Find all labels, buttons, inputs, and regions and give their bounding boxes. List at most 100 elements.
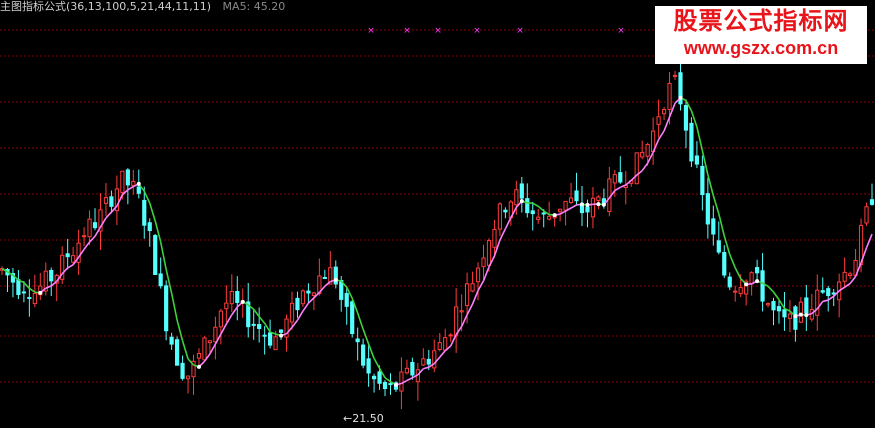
candle-body — [224, 302, 229, 310]
candle-body — [787, 313, 793, 319]
candle-body — [722, 252, 727, 276]
ma-segment — [181, 340, 189, 360]
turning-point-dot — [519, 199, 524, 204]
ma-segment — [50, 280, 58, 287]
ma-segment — [849, 276, 857, 285]
candle-body — [404, 367, 410, 374]
ma-segment — [532, 202, 539, 207]
ma-segment — [641, 162, 649, 172]
candle-body — [257, 324, 262, 329]
candle-body — [782, 309, 787, 318]
candle-body — [869, 199, 875, 205]
ma-segment — [258, 316, 266, 324]
candle-body — [590, 197, 596, 218]
candle-body — [164, 285, 169, 332]
ma-segment — [231, 306, 238, 316]
candle-body — [131, 180, 136, 187]
candle-body — [371, 375, 377, 380]
candle-body — [481, 257, 486, 268]
turning-point-dot — [804, 313, 809, 318]
turning-point-dot — [240, 299, 245, 304]
candle-body — [142, 199, 147, 226]
candle-body — [470, 283, 475, 292]
ma-segment — [827, 295, 835, 301]
ma-segment — [127, 185, 134, 191]
candle-body — [771, 301, 776, 311]
signal-marker: × — [403, 26, 411, 36]
ma-segment — [439, 350, 446, 358]
candle-body — [459, 310, 464, 313]
turning-point-dot — [38, 290, 43, 295]
candle-body — [738, 287, 743, 295]
candle-body — [273, 336, 278, 351]
candle-body — [645, 143, 650, 157]
ma-segment — [728, 254, 736, 269]
candle-body — [754, 267, 760, 274]
ma-segment — [499, 228, 507, 241]
candle-body — [689, 122, 694, 162]
turning-point-dot — [678, 95, 683, 100]
candle-body — [716, 240, 721, 253]
candlestick-chart[interactable]: × × × × × × — [0, 0, 875, 428]
ma-segment — [83, 241, 91, 250]
candle-body — [355, 338, 360, 343]
ma-segment — [865, 233, 873, 249]
ma-segment — [253, 308, 260, 318]
candle-body — [426, 358, 431, 365]
candle-body — [306, 290, 311, 294]
ma-segment — [423, 366, 430, 370]
indicator-header: 主图指标公式(36,13,100,5,21,44,11,11) MA5: 45.… — [0, 0, 285, 14]
candle-body — [382, 381, 388, 389]
candle-body — [815, 289, 820, 316]
candle-body — [536, 216, 541, 221]
ma-segment — [772, 291, 780, 301]
ma-segment — [504, 217, 512, 230]
signal-marker: × — [617, 26, 625, 36]
ma-segment — [471, 290, 479, 305]
candle-body — [109, 196, 114, 207]
candle-body — [169, 336, 174, 345]
ma-segment — [614, 186, 621, 192]
candle-body — [16, 279, 21, 296]
ma-segment — [712, 195, 720, 214]
candle-body — [268, 332, 273, 346]
candle-body — [711, 218, 716, 235]
price-gridlines — [0, 29, 875, 383]
ma-segment — [406, 377, 413, 382]
turning-point-dot — [333, 277, 338, 282]
ma-segment — [302, 302, 310, 312]
candle-body — [377, 371, 382, 384]
candle-body — [574, 190, 579, 202]
candle-body — [361, 344, 366, 366]
candle-body — [765, 303, 771, 306]
turning-point-dot — [798, 312, 803, 317]
candle-body — [366, 358, 371, 374]
ma-line — [1, 97, 873, 386]
turning-point-dot — [755, 279, 760, 284]
candle-body — [448, 334, 453, 337]
candle-body — [185, 375, 191, 380]
candle-body — [235, 291, 240, 303]
candle-body — [864, 206, 869, 224]
candle-body — [251, 323, 256, 326]
ma-segment — [482, 266, 490, 282]
low-price-label: ←21.50 — [343, 412, 384, 425]
candle-body — [421, 358, 426, 366]
candle-body — [820, 290, 825, 293]
candle-body — [153, 235, 158, 276]
candle-body — [656, 116, 661, 125]
ma-segment — [822, 299, 829, 303]
signal-marker: × — [473, 26, 481, 36]
candle-body — [596, 196, 601, 202]
candle-body — [848, 273, 853, 276]
candle-body — [125, 169, 130, 186]
candle-body — [174, 339, 180, 366]
ma-readout: MA5: 45.20 — [222, 0, 286, 13]
ma-segment — [356, 312, 364, 330]
candle-body — [278, 329, 284, 333]
site-watermark: 股票公式指标网 www.gszx.com.cn — [655, 6, 867, 64]
candle-body — [202, 337, 207, 361]
turning-point-dot — [580, 202, 584, 207]
ma-segment — [696, 126, 704, 151]
indicator-title: 主图指标公式(36,13,100,5,21,44,11,11) — [0, 0, 212, 13]
